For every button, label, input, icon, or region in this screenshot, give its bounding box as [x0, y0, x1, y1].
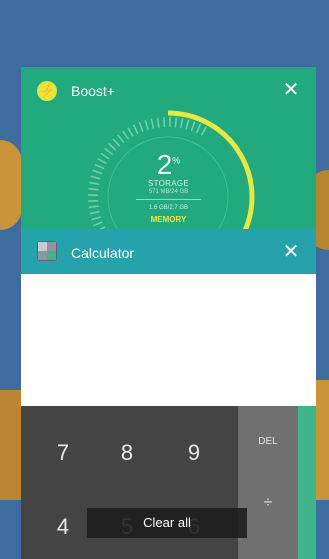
gauge-tick: [151, 119, 153, 129]
memory-value: 1.6 GB/2.7 GB: [21, 205, 316, 211]
gauge-tick: [118, 135, 124, 143]
close-calculator-button[interactable]: ✕: [280, 241, 302, 263]
lightning-icon: ⚡: [37, 81, 57, 101]
gauge-tick: [191, 122, 194, 131]
gauge-percent: 2: [157, 149, 173, 180]
wallpaper-shape: [315, 380, 329, 500]
close-boost-button[interactable]: ✕: [280, 79, 302, 101]
gauge-divider: [136, 199, 201, 200]
calculator-ops: DEL ÷: [238, 406, 298, 559]
calculator-card-header: Calculator ✕: [21, 229, 316, 274]
wallpaper-shape: [0, 390, 22, 500]
boost-card-header: ⚡ Boost+ ✕: [21, 67, 316, 115]
gauge-tick: [134, 125, 138, 134]
key-9[interactable]: 9: [174, 440, 214, 466]
gauge-tick: [164, 117, 165, 127]
gauge-tick: [113, 139, 120, 146]
storage-value: 571 MB/24 GB: [21, 189, 316, 195]
clear-all-button[interactable]: Clear all: [87, 508, 247, 538]
calculator-icon: [37, 241, 57, 261]
gauge-tick: [128, 128, 133, 137]
calculator-app-title: Calculator: [71, 245, 134, 261]
gauge-tick: [201, 127, 206, 136]
gauge-tick: [139, 122, 143, 131]
gauge-tick: [158, 118, 159, 128]
wallpaper-shape: [0, 140, 22, 230]
key-4[interactable]: 4: [43, 514, 83, 540]
gauge-tick: [186, 120, 189, 130]
key-7[interactable]: 7: [43, 440, 83, 466]
boost-app-card[interactable]: ⚡ Boost+ ✕ 2% STORAGE 571 MB/24 GB 1.6 G…: [21, 67, 316, 247]
recent-apps-screen: { "colors": { "wallpaper": "#3d6c9e", "b…: [0, 0, 329, 557]
gauge-tick: [90, 212, 100, 214]
delete-key[interactable]: DEL: [238, 436, 298, 447]
memory-label: MEMORY: [21, 215, 316, 224]
gauge-tick: [88, 201, 98, 202]
gauge-tick: [145, 120, 148, 130]
calculator-advanced-panel-edge[interactable]: [298, 406, 316, 559]
gauge-tick: [175, 117, 176, 127]
gauge-value: 2%: [21, 149, 316, 181]
storage-label: STORAGE: [21, 179, 316, 188]
boost-app-title: Boost+: [71, 83, 115, 99]
gauge-unit: %: [172, 156, 180, 166]
key-8[interactable]: 8: [107, 440, 147, 466]
calculator-display: [21, 274, 316, 406]
gauge-tick: [196, 124, 200, 133]
divide-key[interactable]: ÷: [238, 494, 298, 512]
gauge-tick: [181, 118, 183, 128]
gauge-tick: [123, 131, 129, 139]
